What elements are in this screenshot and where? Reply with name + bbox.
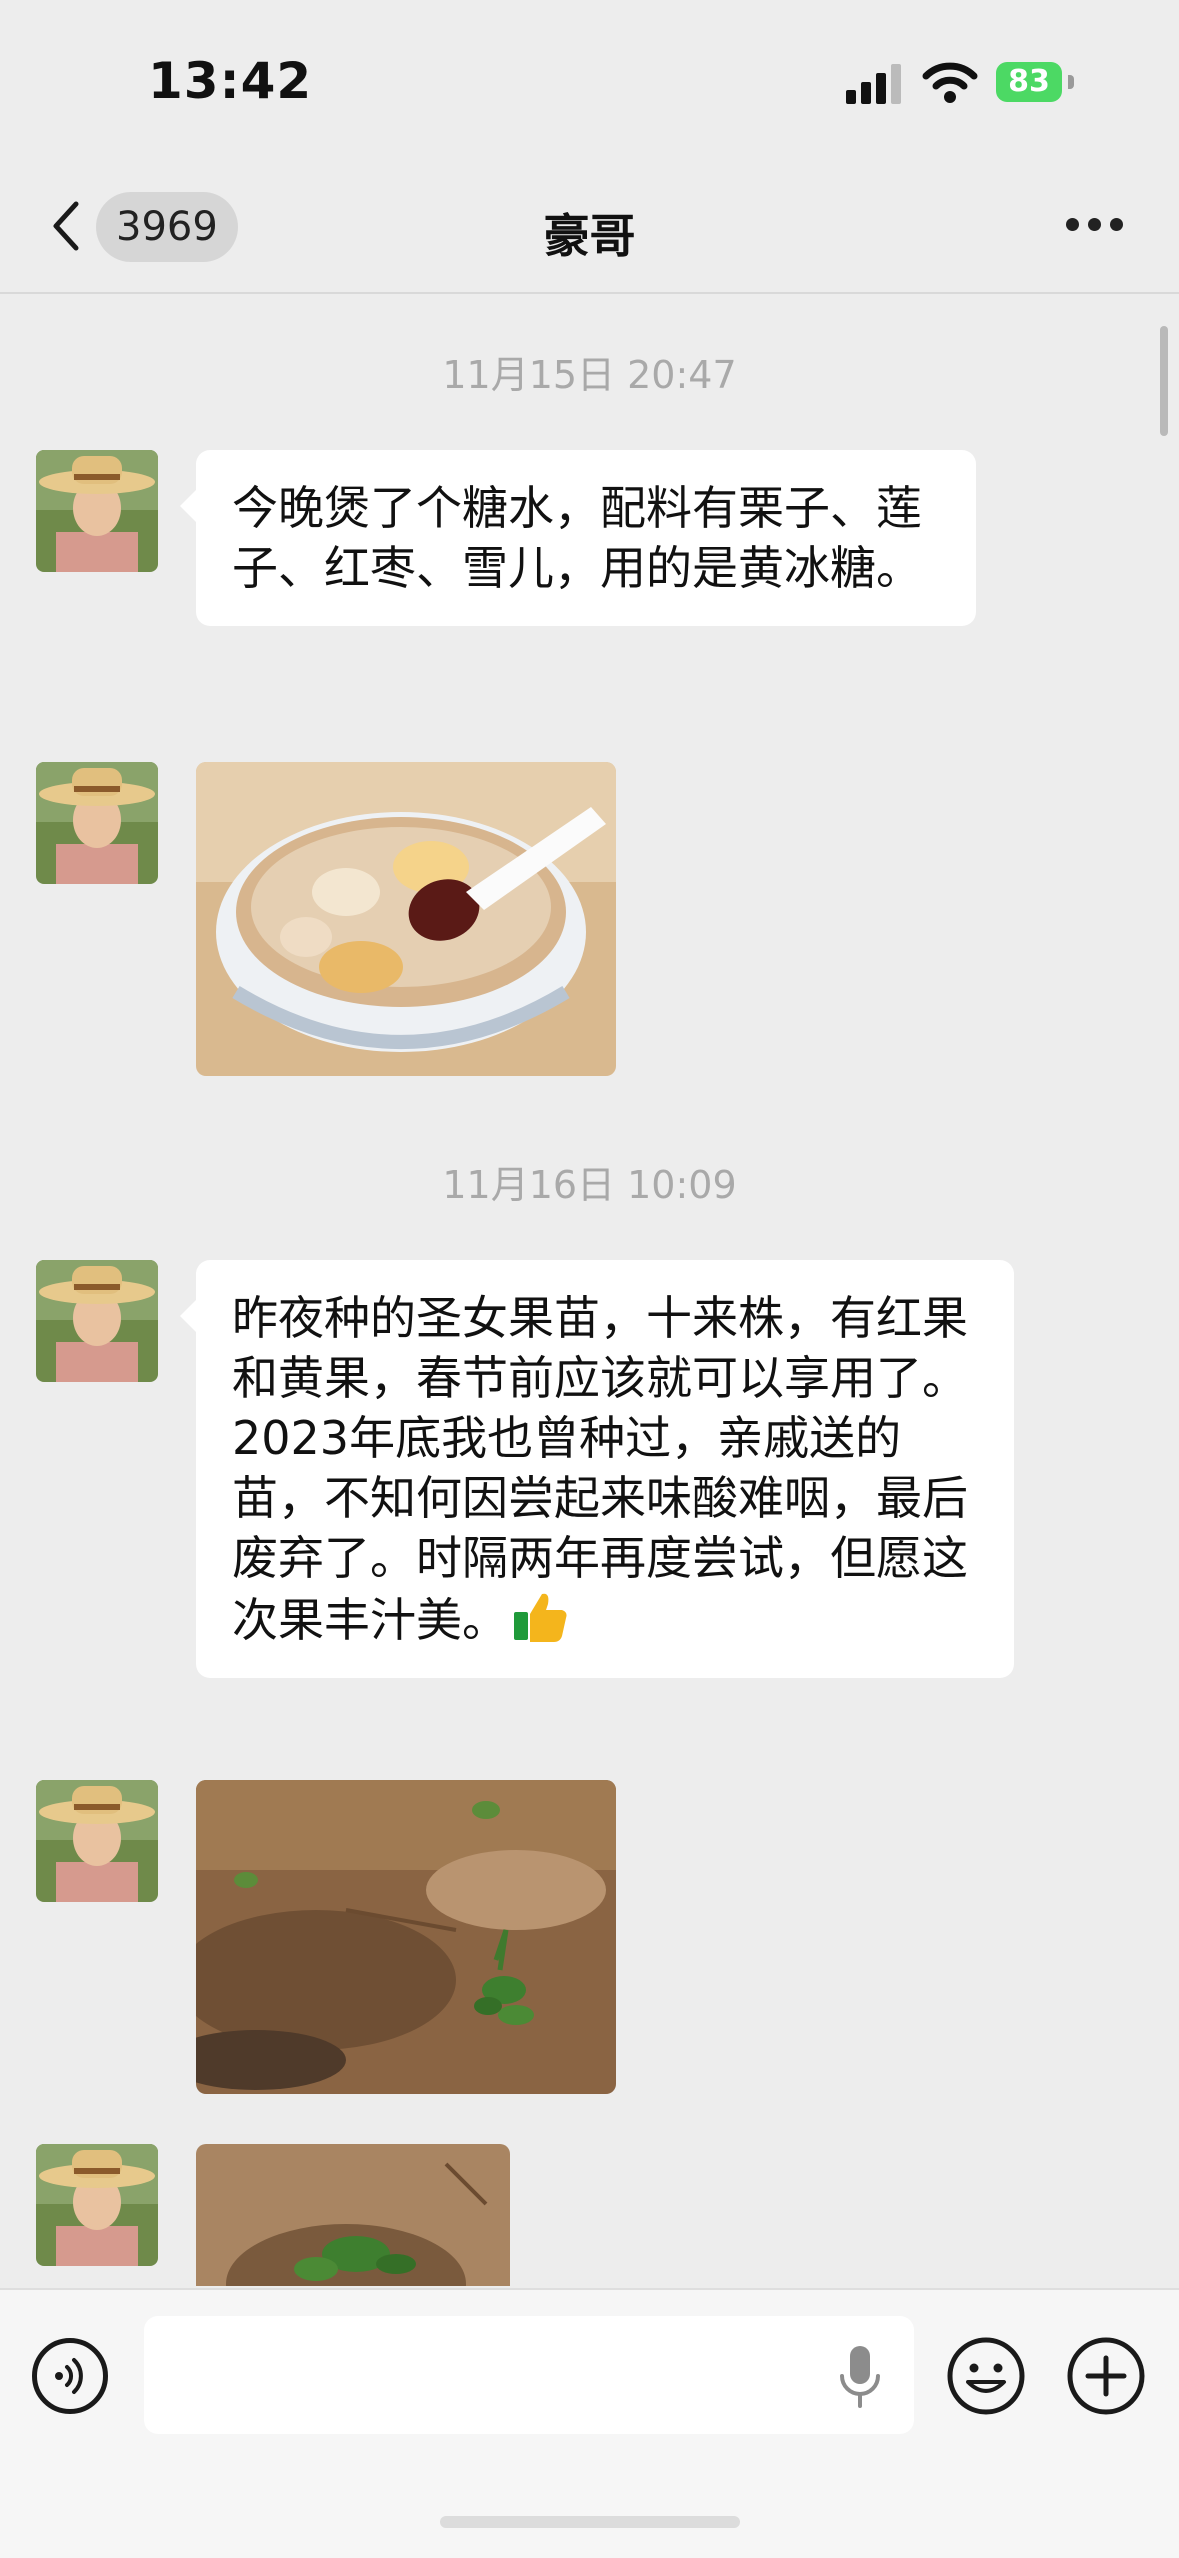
avatar[interactable] [36,762,158,884]
emoji-icon[interactable] [944,2334,1028,2418]
message-text: 今晚煲了个糖水，配料有栗子、莲子、红枣、雪儿，用的是黄冰糖。 [232,481,922,595]
battery-indicator: 83 [996,62,1062,102]
message-bubble[interactable]: 昨夜种的圣女果苗，十来株，有红果和黄果，春节前应该就可以享用了。2023年底我也… [180,1260,1014,1678]
message-text: 昨夜种的圣女果苗，十来株，有红果和黄果，春节前应该就可以享用了。2023年底我也… [232,1291,968,1647]
avatar[interactable] [36,1780,158,1902]
status-time: 13:42 [148,52,313,110]
status-bar: 13:42 83 [0,0,1179,160]
plus-icon[interactable] [1064,2334,1148,2418]
seedling-photo[interactable] [196,2144,510,2286]
avatar[interactable] [36,1260,158,1382]
message-timestamp: 11月16日 10:09 [442,1163,737,1207]
scrollbar[interactable] [1160,326,1168,436]
message-input[interactable] [144,2316,914,2434]
home-indicator [440,2516,740,2528]
chat-header: 3969 豪哥 [0,160,1179,294]
message-bubble[interactable]: 今晚煲了个糖水，配料有栗子、莲子、红枣、雪儿，用的是黄冰糖。 [180,450,976,626]
message-list[interactable]: 11月15日 20:47 今晚煲了个糖水，配料有栗子、莲子、红枣、雪儿，用的是黄… [0,294,1179,2286]
seedling-photo[interactable] [196,1780,616,2094]
voice-button[interactable] [32,2338,108,2414]
battery-tip [1068,75,1074,89]
voice-icon [55,2358,83,2394]
input-bar [0,2288,1179,2558]
soup-photo[interactable] [196,762,616,1076]
avatar[interactable] [36,2144,158,2266]
wifi-icon [922,62,978,103]
thumbs-up-emoji-icon [514,1593,567,1642]
message-timestamp: 11月15日 20:47 [442,353,737,397]
more-dots-icon[interactable] [1066,218,1124,234]
avatar[interactable] [36,450,158,572]
cellular-signal-icon [846,64,901,104]
chat-title: 豪哥 [543,209,636,263]
microphone-icon[interactable] [836,2342,884,2412]
